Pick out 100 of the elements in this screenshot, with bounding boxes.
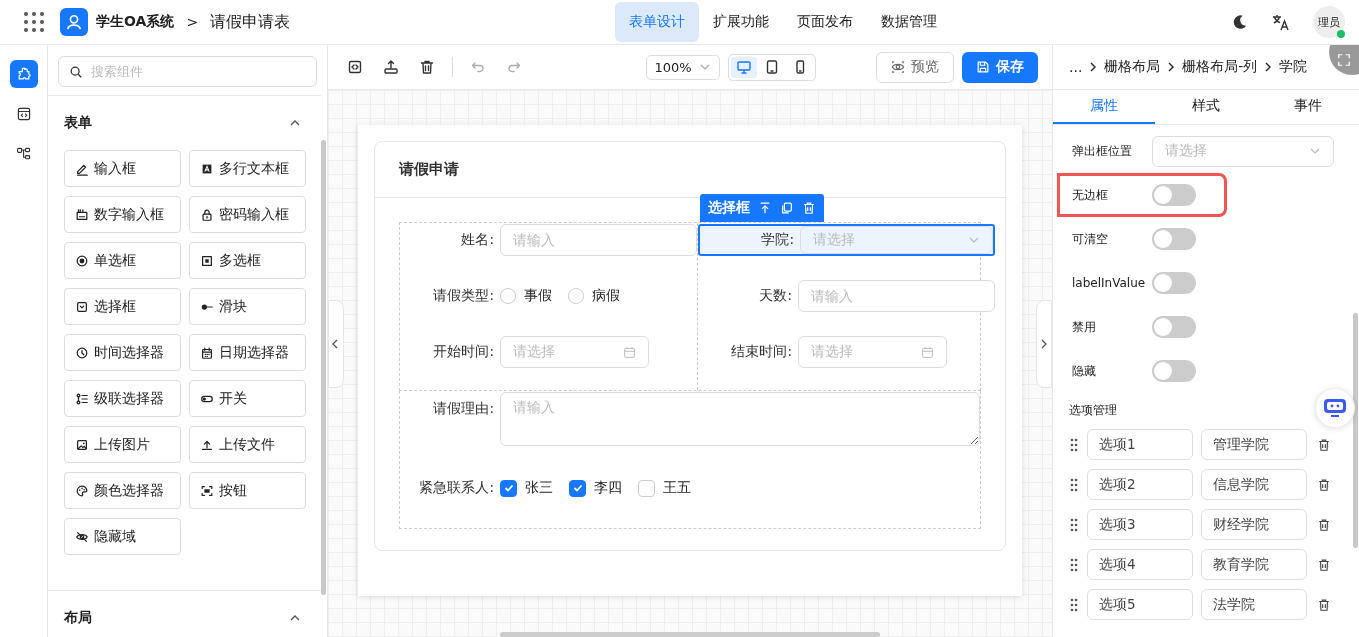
- nav-tab[interactable]: 扩展功能: [699, 2, 783, 42]
- property-label: labelInValue: [1072, 276, 1147, 290]
- chat-robot-icon: [1322, 397, 1348, 419]
- component-button[interactable]: 选择框: [64, 288, 181, 325]
- component-button[interactable]: 上传图片: [64, 426, 181, 463]
- component-button[interactable]: 多行文本框: [189, 150, 306, 187]
- checkbox[interactable]: [500, 479, 517, 497]
- input-field[interactable]: 请输入: [798, 280, 995, 312]
- input-field[interactable]: 法学院: [1201, 589, 1307, 620]
- input-field[interactable]: 财经学院: [1201, 509, 1307, 540]
- input-field[interactable]: 选项5: [1087, 589, 1193, 620]
- component-button[interactable]: 单选框: [64, 242, 181, 279]
- checkbox[interactable]: [569, 479, 586, 497]
- code-icon: [347, 59, 363, 75]
- input-field[interactable]: 教育学院: [1201, 549, 1307, 580]
- palette-icon: [75, 483, 89, 498]
- toggle-switch[interactable]: [1152, 360, 1196, 382]
- component-button[interactable]: 密码输入框: [189, 196, 306, 233]
- component-button[interactable]: 时间选择器: [64, 334, 181, 371]
- field-label: 结束时间:: [730, 343, 793, 361]
- image-icon: [75, 437, 89, 452]
- breadcrumb-separator: >: [186, 14, 199, 30]
- form-item[interactable]: 姓名: 请输入: [400, 224, 697, 256]
- code-window-icon: [15, 106, 32, 122]
- nav-tab[interactable]: 页面发布: [783, 2, 867, 42]
- scrollbar[interactable]: [321, 140, 326, 595]
- export-icon: [383, 59, 399, 75]
- input-field[interactable]: 选项3: [1087, 509, 1193, 540]
- calendar-icon: [200, 345, 214, 360]
- collapse-handle[interactable]: [328, 300, 344, 388]
- panel-tab[interactable]: 属性: [1053, 90, 1155, 124]
- breadcrumb-item[interactable]: 学院: [1279, 58, 1308, 76]
- input-field[interactable]: 选项2: [1087, 469, 1193, 500]
- search-field[interactable]: 搜索组件: [58, 56, 317, 87]
- input-field[interactable]: 信息学院: [1201, 469, 1307, 500]
- input-field[interactable]: 选项4: [1087, 549, 1193, 580]
- user-name: 理员: [1318, 14, 1340, 30]
- component-button[interactable]: 隐藏域: [64, 518, 181, 555]
- nav-tab[interactable]: 表单设计: [615, 2, 699, 42]
- zoom-value: 100%: [654, 59, 692, 75]
- textarea-field[interactable]: 请输入: [500, 392, 980, 446]
- user-avatar[interactable]: 理员: [1313, 6, 1345, 38]
- assistant-button[interactable]: [1315, 388, 1355, 428]
- app-name: 学生OA系统: [96, 13, 175, 31]
- component-button[interactable]: 数字输入框: [64, 196, 181, 233]
- component-button[interactable]: 多选框: [189, 242, 306, 279]
- radio-button[interactable]: [500, 288, 516, 304]
- input-field[interactable]: 管理学院: [1201, 429, 1307, 460]
- toggle-switch[interactable]: [1152, 272, 1196, 294]
- form-item[interactable]: 开始时间: 请选择: [400, 336, 697, 368]
- toggle-switch[interactable]: [1152, 228, 1196, 250]
- component-button[interactable]: 输入框: [64, 150, 181, 187]
- component-button[interactable]: 级联选择器: [64, 380, 181, 417]
- checkbox[interactable]: [638, 479, 655, 497]
- breadcrumb-item[interactable]: 栅格布局: [1104, 58, 1161, 76]
- save-button[interactable]: 保存: [962, 51, 1038, 83]
- component-button[interactable]: 按钮: [189, 472, 306, 509]
- radio-icon: [75, 253, 89, 268]
- section-header[interactable]: 表单: [64, 96, 305, 150]
- trash-icon: [1317, 557, 1331, 572]
- panel-tab[interactable]: 样式: [1155, 90, 1257, 124]
- save-icon: [976, 60, 990, 74]
- form-item[interactable]: 结束时间: 请选择: [698, 336, 995, 368]
- input-field[interactable]: 请输入: [500, 224, 697, 256]
- person-icon: [65, 13, 83, 31]
- breadcrumb-item[interactable]: 栅格布局-列: [1182, 58, 1258, 76]
- preview-button[interactable]: 预览: [876, 51, 954, 83]
- form-title: 请假申请: [399, 160, 459, 179]
- toggle-switch[interactable]: [1152, 316, 1196, 338]
- trash-icon: [1317, 597, 1331, 612]
- form-item[interactable]: 请假类型: 事假 病假: [400, 280, 697, 312]
- component-button[interactable]: 颜色选择器: [64, 472, 181, 509]
- eye-icon: [891, 60, 905, 74]
- component-button[interactable]: 上传文件: [189, 426, 306, 463]
- selection-label: 选择框: [708, 199, 750, 217]
- field-label: 请假类型:: [432, 287, 495, 305]
- property-label: 禁用: [1072, 318, 1097, 336]
- form-item[interactable]: 天数: 请输入: [698, 280, 995, 312]
- component-button[interactable]: 滑块: [189, 288, 306, 325]
- dropdown-box-icon: [75, 299, 89, 314]
- breadcrumb-item[interactable]: ...: [1069, 59, 1083, 75]
- toggle-switch[interactable]: [1152, 184, 1196, 206]
- field-label: 天数:: [758, 287, 793, 305]
- scrollbar[interactable]: [1353, 313, 1358, 548]
- field-label: 请假理由:: [432, 399, 495, 418]
- collapse-handle[interactable]: [1036, 300, 1052, 388]
- section-header[interactable]: 布局: [64, 591, 305, 637]
- nav-tab[interactable]: 数据管理: [867, 2, 951, 42]
- scrollbar[interactable]: [500, 632, 880, 637]
- property-label: 隐藏: [1072, 362, 1097, 380]
- radio-button[interactable]: [568, 288, 584, 304]
- component-button[interactable]: 日期选择器: [189, 334, 306, 371]
- panel-tab[interactable]: 事件: [1257, 90, 1359, 124]
- translate-icon: [1271, 12, 1291, 32]
- zoom-select[interactable]: 100%: [645, 54, 720, 80]
- input-field[interactable]: 选项1: [1087, 429, 1193, 460]
- monitor-icon: [735, 59, 752, 75]
- component-button[interactable]: 开关: [189, 380, 306, 417]
- field-label: 紧急联系人:: [418, 479, 495, 497]
- trash-icon: [1317, 517, 1331, 532]
